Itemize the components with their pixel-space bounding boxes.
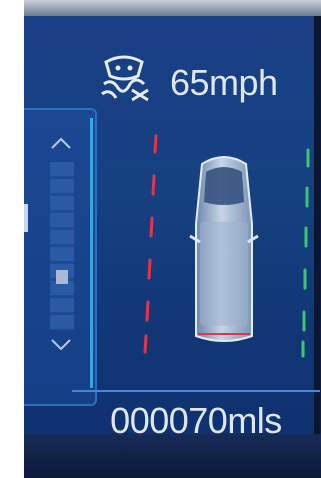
scroll-thumb[interactable]	[56, 269, 68, 284]
lane-assist-display	[143, 134, 310, 358]
chevron-up-icon[interactable]	[50, 134, 72, 152]
cluster-top-trim	[24, 0, 321, 16]
instrument-cluster: 65mph 000070mls	[24, 0, 321, 478]
chevron-down-icon[interactable]	[50, 336, 72, 354]
speed-readout: 65mph	[170, 62, 278, 104]
display-divider	[72, 390, 320, 392]
van-top-view-icon	[189, 156, 259, 342]
speed-value: 65	[170, 62, 210, 103]
panel-edge-highlight	[90, 118, 93, 388]
scroll-track[interactable]	[50, 162, 74, 330]
cluster-display: 65mph 000070mls	[24, 16, 320, 441]
cluster-bottom-trim	[24, 434, 321, 478]
traction-control-off-icon	[101, 55, 149, 102]
panel-indicator	[24, 204, 28, 232]
speed-unit: mph	[209, 62, 278, 103]
right-lane-marking	[301, 148, 310, 358]
left-lane-marking	[143, 134, 158, 354]
